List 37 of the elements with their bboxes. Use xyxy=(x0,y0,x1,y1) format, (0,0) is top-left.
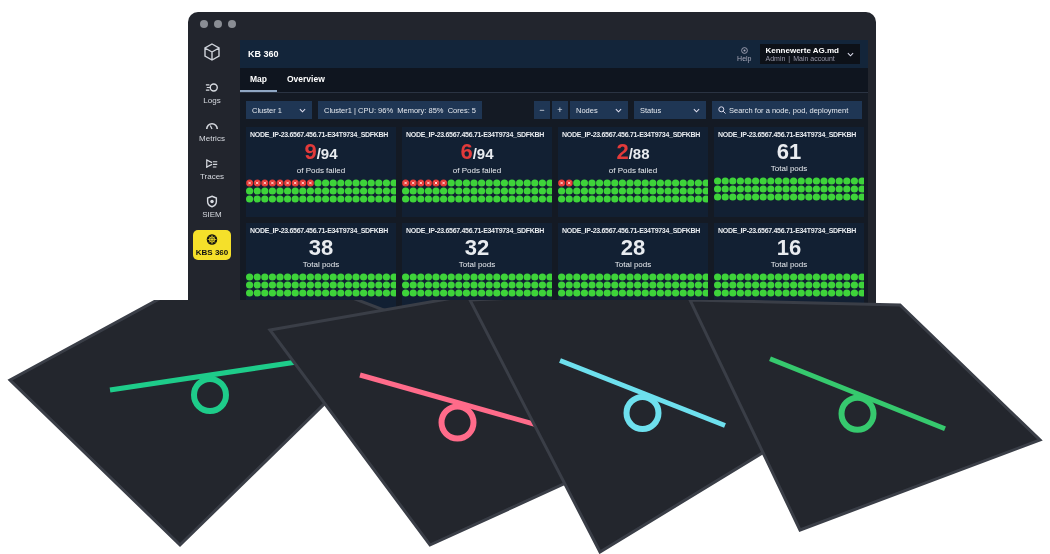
zoom-in-button[interactable]: + xyxy=(552,101,568,119)
pod-label: of Pods failed xyxy=(608,166,658,175)
pod-label: of Pods failed xyxy=(296,166,346,175)
caret-icon xyxy=(693,107,700,113)
pod-label: Total pods xyxy=(458,260,496,269)
tab[interactable]: Overview xyxy=(277,68,335,92)
pod-label: Total pods xyxy=(302,260,340,269)
pod-label: Total pods xyxy=(614,260,652,269)
total-pod-count: 38 xyxy=(308,236,334,260)
pod-label: of Pods failed xyxy=(452,166,502,175)
total-pod-count: 32 xyxy=(464,236,490,260)
caret-icon xyxy=(615,107,622,113)
wheel-icon xyxy=(205,233,219,246)
search-icon xyxy=(718,106,726,114)
zoom-out-button[interactable]: − xyxy=(534,101,550,119)
traces-icon xyxy=(205,157,219,170)
logs-icon xyxy=(205,81,219,94)
pod-label: Total pods xyxy=(770,260,808,269)
sidebar-item[interactable]: Traces xyxy=(193,154,231,184)
failed-pod-count: 6/94 xyxy=(460,140,494,166)
total-pod-count: 28 xyxy=(620,236,646,260)
sidebar-item[interactable]: Logs xyxy=(193,78,231,108)
total-pod-count: 61 xyxy=(776,140,802,164)
sidebar-item[interactable]: KBS 360 xyxy=(193,230,231,260)
sidebar-item[interactable]: SIEM xyxy=(193,192,231,222)
help-icon xyxy=(740,46,748,54)
sidebar-item[interactable]: Metrics xyxy=(193,116,231,146)
caret-icon xyxy=(847,51,854,57)
total-pod-count: 16 xyxy=(776,236,802,260)
page-title: KB 360 xyxy=(248,49,280,59)
tab[interactable]: Map xyxy=(240,68,277,92)
failed-pod-count: 9/94 xyxy=(304,140,338,166)
pod-label: Total pods xyxy=(770,164,808,173)
cube-logo-icon[interactable] xyxy=(202,42,222,62)
caret-icon xyxy=(299,107,306,113)
failed-pod-count: 2/88 xyxy=(616,140,650,166)
shield-icon xyxy=(205,195,219,208)
